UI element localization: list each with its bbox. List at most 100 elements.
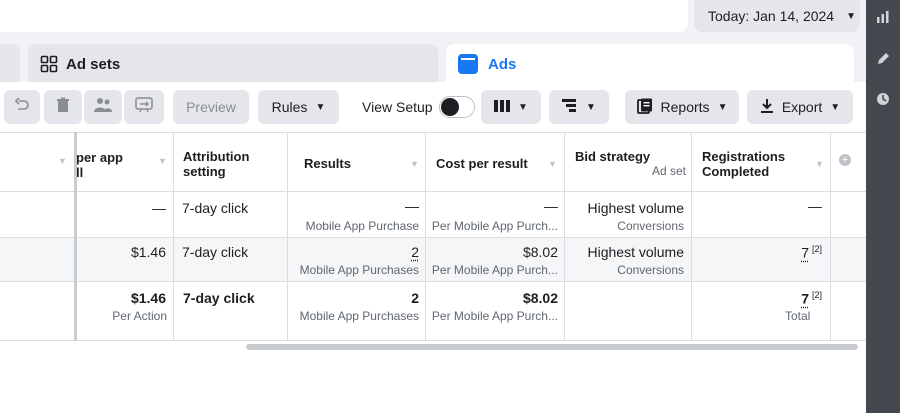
cell-bid-strategy-sub: Conversions <box>617 219 684 233</box>
total-registrations: 7 [2] <box>700 290 822 307</box>
cell-results-sub: Mobile App Purchase <box>305 219 419 233</box>
view-setup-toggle[interactable] <box>438 96 475 118</box>
date-range-picker[interactable]: Today: Jan 14, 2024 ▼ <box>694 0 860 32</box>
cell-cost-per-app: $1.46 <box>130 244 166 260</box>
cell-registrations: 7 [2] <box>700 244 822 261</box>
view-setup-label: View Setup <box>362 99 433 115</box>
total-registrations-value[interactable]: 7 <box>801 291 809 307</box>
cell-bid-strategy: Highest volume <box>587 200 685 216</box>
column-divider <box>830 132 831 340</box>
reports-button[interactable]: Reports ▼ <box>625 90 739 124</box>
row-divider <box>0 237 866 238</box>
total-results-sub: Mobile App Purchases <box>299 309 419 323</box>
cell-cost-per-result: — <box>544 198 558 214</box>
sort-icon[interactable]: ▼ <box>58 156 67 166</box>
cell-attribution: 7-day click <box>182 244 249 260</box>
total-cost-per-result-sub: Per Mobile App Purch... <box>431 309 558 323</box>
column-header-bid-strategy[interactable]: Bid strategy <box>575 149 675 164</box>
total-registrations-sub: Total <box>785 309 811 323</box>
chevron-down-icon: ▼ <box>315 101 326 113</box>
undo-button[interactable] <box>4 90 40 124</box>
delete-button[interactable] <box>44 90 82 124</box>
breakdown-button[interactable]: ▼ <box>549 90 609 124</box>
chevron-down-icon: ▼ <box>830 101 841 113</box>
horizontal-scrollbar[interactable] <box>246 344 858 350</box>
column-header-cost-per-app[interactable]: per app ll <box>76 150 156 180</box>
preview-label: Preview <box>186 99 236 115</box>
date-range-label: Today: Jan 14, 2024 <box>708 8 835 24</box>
tab-ad-sets[interactable]: Ad sets <box>28 44 438 84</box>
total-cost-per-result: $8.02 <box>522 290 558 306</box>
ads-icon <box>458 54 478 74</box>
audience-button[interactable] <box>84 90 122 124</box>
cell-registrations: — <box>808 198 822 214</box>
cell-attribution: 7-day click <box>182 200 249 216</box>
column-header-cost-per-result[interactable]: Cost per result <box>436 156 546 171</box>
total-cost-per-app-sub: Per Action <box>112 309 167 323</box>
chart-icon[interactable] <box>875 10 891 26</box>
chevron-down-icon: ▼ <box>586 101 596 113</box>
undo-icon <box>14 97 30 117</box>
breakdown-icon <box>562 98 578 116</box>
sort-icon[interactable]: ▼ <box>548 159 557 169</box>
total-registrations-note: [2] <box>811 290 822 300</box>
cell-cost-per-app: — <box>152 200 166 216</box>
chevron-down-icon: ▼ <box>846 10 857 22</box>
cell-cost-per-result: $8.02 <box>522 244 558 260</box>
top-bar: Today: Jan 14, 2024 ▼ <box>0 0 866 36</box>
column-divider <box>173 132 174 340</box>
columns-icon <box>494 99 511 115</box>
cell-cost-per-result-sub: Per Mobile App Purch... <box>431 219 558 233</box>
chevron-down-icon: ▼ <box>518 101 528 113</box>
ab-test-icon <box>135 97 153 117</box>
people-icon <box>94 97 112 117</box>
total-cost-per-app: $1.46 <box>130 290 166 306</box>
tab-ads-label: Ads <box>488 55 517 73</box>
row-divider <box>0 281 866 282</box>
column-header-results[interactable]: Results <box>304 156 404 171</box>
toolbar: Preview Rules ▼ View Setup ▼ ▼ Reports ▼… <box>0 90 866 126</box>
pencil-icon[interactable] <box>875 52 891 68</box>
tab-ads[interactable]: Ads <box>446 44 854 84</box>
right-rail <box>866 0 900 413</box>
trash-icon <box>55 97 71 117</box>
download-icon <box>760 98 774 117</box>
add-column-icon[interactable]: + <box>839 154 851 166</box>
frozen-column-shadow <box>74 132 77 341</box>
cell-results: — <box>405 198 419 214</box>
column-divider <box>287 132 288 340</box>
total-attribution: 7-day click <box>183 290 255 306</box>
ads-panel: Preview Rules ▼ View Setup ▼ ▼ Reports ▼… <box>0 82 866 413</box>
export-button[interactable]: Export ▼ <box>747 90 853 124</box>
sort-icon[interactable]: ▼ <box>158 156 167 166</box>
column-divider <box>425 132 426 340</box>
view-setup-toggle-group: View Setup <box>362 90 475 124</box>
reports-label: Reports <box>660 99 710 115</box>
rules-button[interactable]: Rules ▼ <box>258 90 339 124</box>
columns-button[interactable]: ▼ <box>481 90 541 124</box>
column-divider <box>564 132 565 340</box>
cell-results[interactable]: 2 <box>300 244 419 260</box>
column-header-attribution-setting[interactable]: Attribution setting <box>183 149 283 179</box>
clock-icon[interactable] <box>875 92 891 108</box>
registrations-value[interactable]: 7 <box>801 245 809 261</box>
column-divider <box>691 132 692 340</box>
ab-test-button[interactable] <box>124 90 164 124</box>
row-divider <box>0 340 866 341</box>
preview-button[interactable]: Preview <box>173 90 249 124</box>
reports-icon <box>636 98 653 117</box>
cell-results-sub: Mobile App Purchases <box>299 263 419 277</box>
ads-manager-view: Today: Jan 14, 2024 ▼ Ad sets Ads Previe… <box>0 0 900 413</box>
cell-cost-per-result-sub: Per Mobile App Purch... <box>431 263 558 277</box>
export-label: Export <box>781 99 823 115</box>
top-bar-field <box>0 0 688 32</box>
column-header-bid-strategy-sub: Ad set <box>651 164 686 178</box>
tab-campaigns[interactable] <box>0 44 20 84</box>
registrations-note: [2] <box>811 244 822 254</box>
cell-bid-strategy: Highest volume <box>587 244 685 260</box>
column-header-registrations-completed[interactable]: Registrations Completed <box>702 149 802 179</box>
sort-icon[interactable]: ▼ <box>410 159 419 169</box>
ad-sets-icon <box>40 55 58 73</box>
total-results: 2 <box>411 290 419 306</box>
sort-icon[interactable]: ▼ <box>815 159 824 169</box>
